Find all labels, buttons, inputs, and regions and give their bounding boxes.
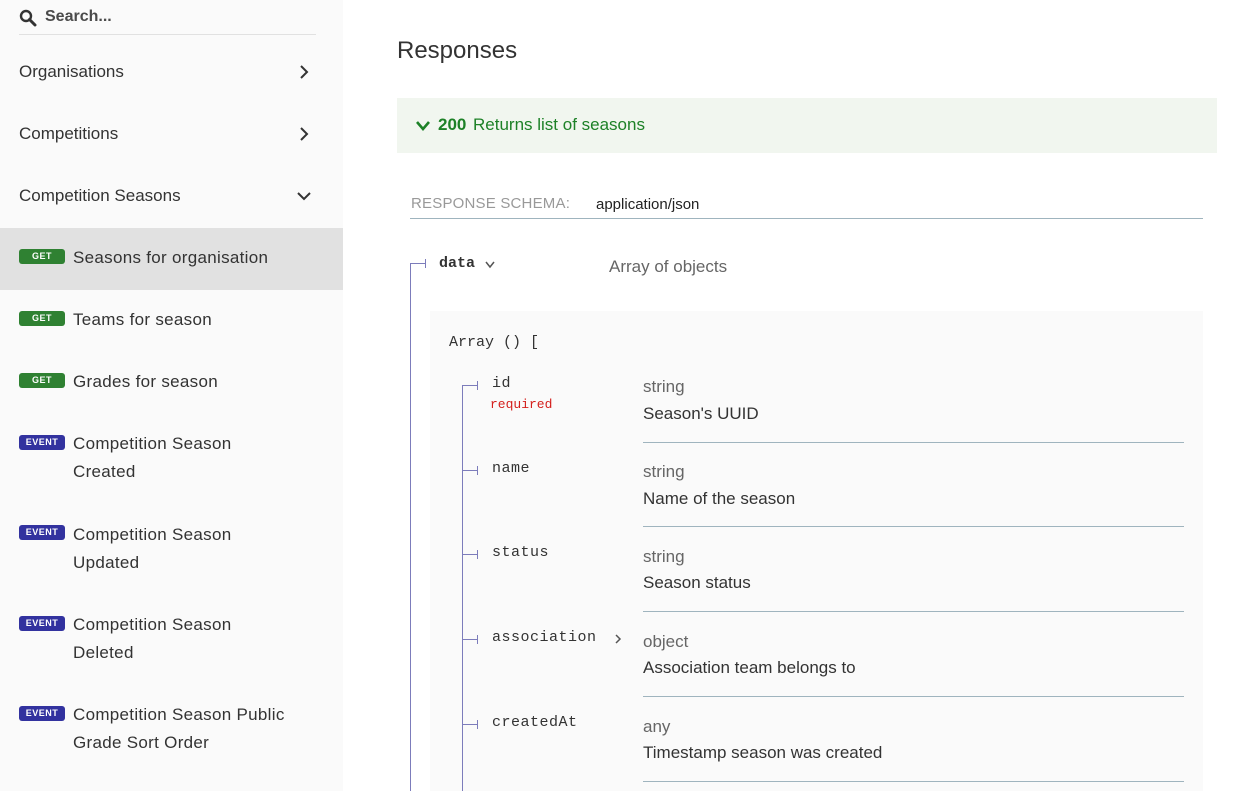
array-label: Array () [ <box>449 334 540 351</box>
field-name-association[interactable]: association <box>492 629 597 646</box>
field-type: string <box>643 462 685 481</box>
method-badge-event: EVENT <box>19 435 65 450</box>
tree-tick <box>463 724 477 725</box>
response-description: Returns list of seasons <box>473 115 645 134</box>
tree-tick-end <box>477 550 478 559</box>
sidebar-item-competition-season-updated[interactable]: EVENT Competition Season Updated <box>0 504 343 594</box>
method-badge-get: GET <box>19 311 65 326</box>
method-badge-event: EVENT <box>19 525 65 540</box>
field-type: any <box>643 717 671 736</box>
chevron-right-icon <box>300 127 309 141</box>
field-type: string <box>643 377 685 396</box>
required-label: required <box>490 397 553 412</box>
field-divider <box>643 611 1184 612</box>
sidebar-item-teams-for-season[interactable]: GET Teams for season <box>0 290 343 352</box>
sidebar-item-competition-season-public-grade-sort-order[interactable]: EVENT Competition Season Public Grade So… <box>0 684 343 791</box>
tree-line <box>462 385 463 791</box>
method-badge-event: EVENT <box>19 616 65 631</box>
tree-tick-end <box>425 259 426 268</box>
field-name-id: id <box>492 375 512 392</box>
response-200-toggle[interactable]: 200 Returns list of seasons <box>397 98 1217 153</box>
field-name-data[interactable]: data <box>439 255 475 272</box>
chevron-down-icon <box>297 192 311 201</box>
sidebar-group-competition-seasons[interactable]: Competition Seasons <box>0 165 343 227</box>
sidebar-item-competition-season-created[interactable]: EVENT Competition Season Created <box>0 414 343 504</box>
field-description: Timestamp season was created <box>643 743 883 762</box>
search-bar <box>19 0 316 35</box>
response-content-type: application/json <box>596 196 700 213</box>
field-name-name: name <box>492 460 531 477</box>
sidebar-group-label: Competition Seasons <box>19 186 181 205</box>
sidebar-item-label: Grades for season <box>73 372 218 391</box>
field-type: object <box>643 632 689 651</box>
field-description: Season's UUID <box>643 404 759 423</box>
chevron-right-icon <box>300 65 309 79</box>
sidebar-group-organisations[interactable]: Organisations <box>0 41 343 103</box>
field-type-data: Array of objects <box>609 257 728 276</box>
field-name-createdat: createdAt <box>492 714 578 731</box>
sidebar-item-seasons-for-organisation[interactable]: GET Seasons for organisation <box>0 228 343 290</box>
sidebar-group-label: Organisations <box>19 62 124 81</box>
response-code: 200 <box>438 115 467 134</box>
field-description: Name of the season <box>643 489 796 508</box>
tree-tick <box>463 470 477 471</box>
chevron-down-icon[interactable] <box>484 260 496 270</box>
search-icon <box>19 9 37 27</box>
field-name-status: status <box>492 544 550 561</box>
search-input[interactable] <box>45 3 305 31</box>
method-badge-get: GET <box>19 249 65 264</box>
chevron-down-icon <box>416 121 430 131</box>
field-type: string <box>643 547 685 566</box>
field-divider <box>643 442 1184 443</box>
sidebar: Organisations Competitions Competition S… <box>0 0 343 791</box>
sidebar-group-competitions[interactable]: Competitions <box>0 103 343 165</box>
field-divider <box>643 526 1184 527</box>
tree-tick <box>463 385 477 386</box>
field-description: Season status <box>643 573 751 592</box>
sidebar-group-label: Competitions <box>19 124 119 143</box>
tree-tick-end <box>477 635 478 644</box>
field-description: Association team belongs to <box>643 658 856 677</box>
field-divider <box>643 781 1184 782</box>
method-badge-get: GET <box>19 373 65 388</box>
tree-tick <box>463 554 477 555</box>
chevron-right-icon[interactable] <box>613 633 623 645</box>
sidebar-item-label: Competition Season Created <box>73 434 232 481</box>
tree-tick-end <box>477 720 478 729</box>
tree-tick-end <box>477 381 478 390</box>
sidebar-item-competition-season-deleted[interactable]: EVENT Competition Season Deleted <box>0 594 343 684</box>
method-badge-event: EVENT <box>19 706 65 721</box>
tree-tick-end <box>477 466 478 475</box>
sidebar-item-label: Competition Season Deleted <box>73 615 232 662</box>
tree-line <box>410 263 411 791</box>
page-title: Responses <box>397 37 518 64</box>
tree-tick <box>410 263 426 264</box>
tree-tick <box>463 639 477 640</box>
sidebar-item-label: Competition Season Updated <box>73 525 232 572</box>
sidebar-item-label: Competition Season Public Grade Sort Ord… <box>73 705 285 752</box>
field-divider <box>643 696 1184 697</box>
sidebar-item-label: Seasons for organisation <box>73 248 269 267</box>
response-schema-label: RESPONSE SCHEMA: <box>411 195 571 212</box>
sidebar-item-label: Teams for season <box>73 310 212 329</box>
sidebar-item-grades-for-season[interactable]: GET Grades for season <box>0 352 343 414</box>
response-schema-row: RESPONSE SCHEMA: application/json <box>410 190 1203 219</box>
